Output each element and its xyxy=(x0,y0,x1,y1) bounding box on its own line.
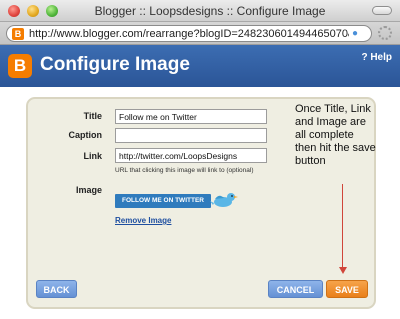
window-title: Blogger :: Loopsdesigns :: Configure Ima… xyxy=(94,4,326,18)
image-label: Image xyxy=(75,185,102,195)
link-input[interactable]: http://twitter.com/LoopsDesigns xyxy=(115,148,267,163)
image-preview: FOLLOW ME ON TWITTER xyxy=(115,190,238,212)
twitter-banner-image: FOLLOW ME ON TWITTER xyxy=(115,194,211,208)
annotation-arrow-line xyxy=(342,184,343,270)
back-button[interactable]: BACK xyxy=(36,280,77,298)
caption-label: Caption xyxy=(68,130,103,140)
help-link[interactable]: ? Help xyxy=(361,52,392,63)
loading-spinner-icon xyxy=(378,26,392,40)
blogger-favicon-icon: B xyxy=(12,28,24,40)
toolbar-toggle-icon[interactable] xyxy=(372,6,392,15)
blogger-header: B Configure Image ? Help xyxy=(0,45,400,87)
window-titlebar: Blogger :: Loopsdesigns :: Configure Ima… xyxy=(0,0,400,22)
annotation-arrow-down-icon xyxy=(339,267,347,274)
instruction-annotation: Once Title, Link and Image are all compl… xyxy=(295,103,376,167)
url-text[interactable]: http://www.blogger.com/rearrange?blogID=… xyxy=(29,28,349,40)
minimize-window-icon[interactable] xyxy=(27,5,39,17)
caption-input[interactable] xyxy=(115,128,267,143)
page-title: Configure Image xyxy=(40,54,190,75)
rss-icon[interactable]: ● xyxy=(352,28,363,40)
save-button[interactable]: SAVE xyxy=(326,280,368,298)
close-window-icon[interactable] xyxy=(8,5,20,17)
twitter-bird-icon xyxy=(210,193,238,207)
browser-window: Blogger :: Loopsdesigns :: Configure Ima… xyxy=(0,0,400,319)
configure-image-panel: Title Follow me on Twitter Caption Link … xyxy=(26,97,376,309)
link-label: Link xyxy=(83,151,102,161)
remove-image-link[interactable]: Remove Image xyxy=(115,216,171,225)
blogger-logo-letter: B xyxy=(13,56,27,75)
link-hint: URL that clicking this image will link t… xyxy=(115,167,254,174)
title-input[interactable]: Follow me on Twitter xyxy=(115,109,267,124)
address-bar-area: B http://www.blogger.com/rearrange?blogI… xyxy=(0,22,400,45)
title-label: Title xyxy=(83,111,102,121)
cancel-button[interactable]: CANCEL xyxy=(268,280,323,298)
address-bar[interactable]: B http://www.blogger.com/rearrange?blogI… xyxy=(6,25,372,42)
zoom-window-icon[interactable] xyxy=(46,5,58,17)
blogger-logo-icon: B xyxy=(8,54,32,78)
